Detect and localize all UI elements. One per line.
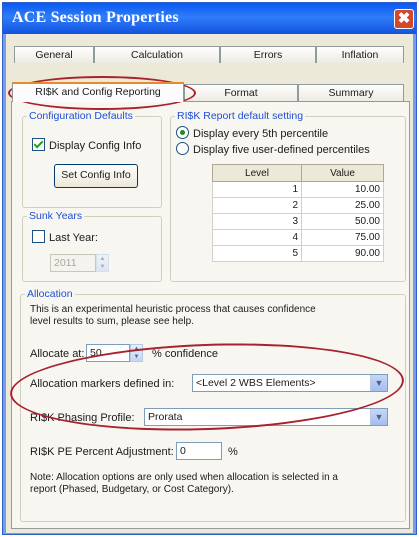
pe-unit-label: % <box>228 446 238 458</box>
display-config-label: Display Config Info <box>49 140 142 152</box>
checkbox-unchecked-icon <box>32 230 45 243</box>
radio-user-defined-label: Display five user-defined percentiles <box>193 144 370 156</box>
allocation-description: This is an experimental heuristic proces… <box>30 304 316 327</box>
percentile-table: Level Value 1 10.00 2 25.00 3 50.00 4 75.00 … <box>212 164 384 262</box>
radio-selected-icon <box>176 126 189 139</box>
spin-down-icon[interactable]: ▼ <box>97 263 108 271</box>
level-cell: 4 <box>212 229 302 246</box>
value-cell[interactable]: 25.00 <box>301 197 384 214</box>
phasing-dropdown[interactable]: Prorata ▼ <box>144 408 388 426</box>
radio-every-5th-label: Display every 5th percentile <box>193 128 329 140</box>
table-row[interactable]: 2 25.00 <box>212 197 384 214</box>
allocate-at-label: Allocate at: <box>30 348 85 360</box>
radio-every-5th[interactable]: Display every 5th percentile <box>176 126 328 140</box>
sunk-years-legend: Sunk Years <box>29 210 83 222</box>
spin-down-icon[interactable]: ▼ <box>131 353 142 361</box>
set-config-info-button[interactable]: Set Config Info <box>54 164 138 188</box>
chevron-down-icon[interactable]: ▼ <box>370 409 387 425</box>
table-row[interactable]: 4 75.00 <box>212 229 384 246</box>
spin-up-icon[interactable]: ▲ <box>97 255 108 263</box>
tab-panel: Configuration Defaults Display Config In… <box>8 101 410 529</box>
title-bar[interactable]: ACE Session Properties ✖ <box>3 3 416 34</box>
tab-errors[interactable]: Errors <box>220 46 316 63</box>
radio-user-defined[interactable]: Display five user-defined percentiles <box>176 142 370 156</box>
tab-calculation[interactable]: Calculation <box>94 46 220 63</box>
spin-up-icon[interactable]: ▲ <box>131 345 142 353</box>
last-year-input[interactable]: 2011 <box>50 254 96 272</box>
level-cell: 2 <box>212 197 302 214</box>
radio-unselected-icon <box>176 142 189 155</box>
chevron-down-icon[interactable]: ▼ <box>370 375 387 391</box>
ace-session-properties-window: ACE Session Properties ✖ General Calcula… <box>2 2 417 535</box>
phasing-value: Prorata <box>148 411 183 423</box>
checkbox-checked-icon <box>32 138 45 151</box>
tab-format[interactable]: Format <box>184 84 298 101</box>
level-cell: 3 <box>212 213 302 230</box>
allocate-at-input[interactable]: 50 <box>86 344 130 362</box>
markers-dropdown[interactable]: <Level 2 WBS Elements> ▼ <box>192 374 388 392</box>
window-title: ACE Session Properties <box>12 9 179 26</box>
markers-value: <Level 2 WBS Elements> <box>196 377 316 389</box>
value-cell[interactable]: 50.00 <box>301 213 384 230</box>
pe-adjustment-input[interactable]: 0 <box>176 442 222 460</box>
value-header: Value <box>301 164 384 182</box>
config-defaults-legend: Configuration Defaults <box>29 110 133 122</box>
year-spinner[interactable]: ▲ ▼ <box>96 254 109 272</box>
tab-general[interactable]: General <box>14 46 94 63</box>
value-cell[interactable]: 75.00 <box>301 229 384 246</box>
allocation-legend: Allocation <box>27 288 73 300</box>
table-row[interactable]: 5 90.00 <box>212 245 384 262</box>
display-config-checkbox[interactable]: Display Config Info <box>32 138 141 152</box>
pe-adjustment-label: RI$K PE Percent Adjustment: <box>30 446 174 458</box>
level-cell: 5 <box>212 245 302 262</box>
table-row[interactable]: 1 10.00 <box>212 181 384 198</box>
tab-risk-config-reporting[interactable]: RI$K and Config Reporting <box>12 82 184 102</box>
tab-inflation[interactable]: Inflation <box>316 46 404 63</box>
level-cell: 1 <box>212 181 302 198</box>
allocation-note: Note: Allocation options are only used w… <box>30 472 338 495</box>
config-defaults-group: Configuration Defaults <box>22 110 162 208</box>
phasing-label: RI$K Phasing Profile: <box>30 412 135 424</box>
allocate-at-spinner[interactable]: ▲ ▼ <box>130 344 143 362</box>
close-icon[interactable]: ✖ <box>394 9 414 29</box>
table-row[interactable]: 3 50.00 <box>212 213 384 230</box>
dialog-body: General Calculation Errors Inflation RI$… <box>6 34 413 533</box>
level-header: Level <box>212 164 302 182</box>
markers-label: Allocation markers defined in: <box>30 378 175 390</box>
last-year-label: Last Year: <box>49 232 98 244</box>
value-cell[interactable]: 10.00 <box>301 181 384 198</box>
value-cell[interactable]: 90.00 <box>301 245 384 262</box>
tab-summary[interactable]: Summary <box>298 84 404 101</box>
last-year-checkbox[interactable]: Last Year: <box>32 230 98 244</box>
risk-report-legend: RI$K Report default setting <box>177 110 304 122</box>
confidence-label: % confidence <box>152 348 219 360</box>
